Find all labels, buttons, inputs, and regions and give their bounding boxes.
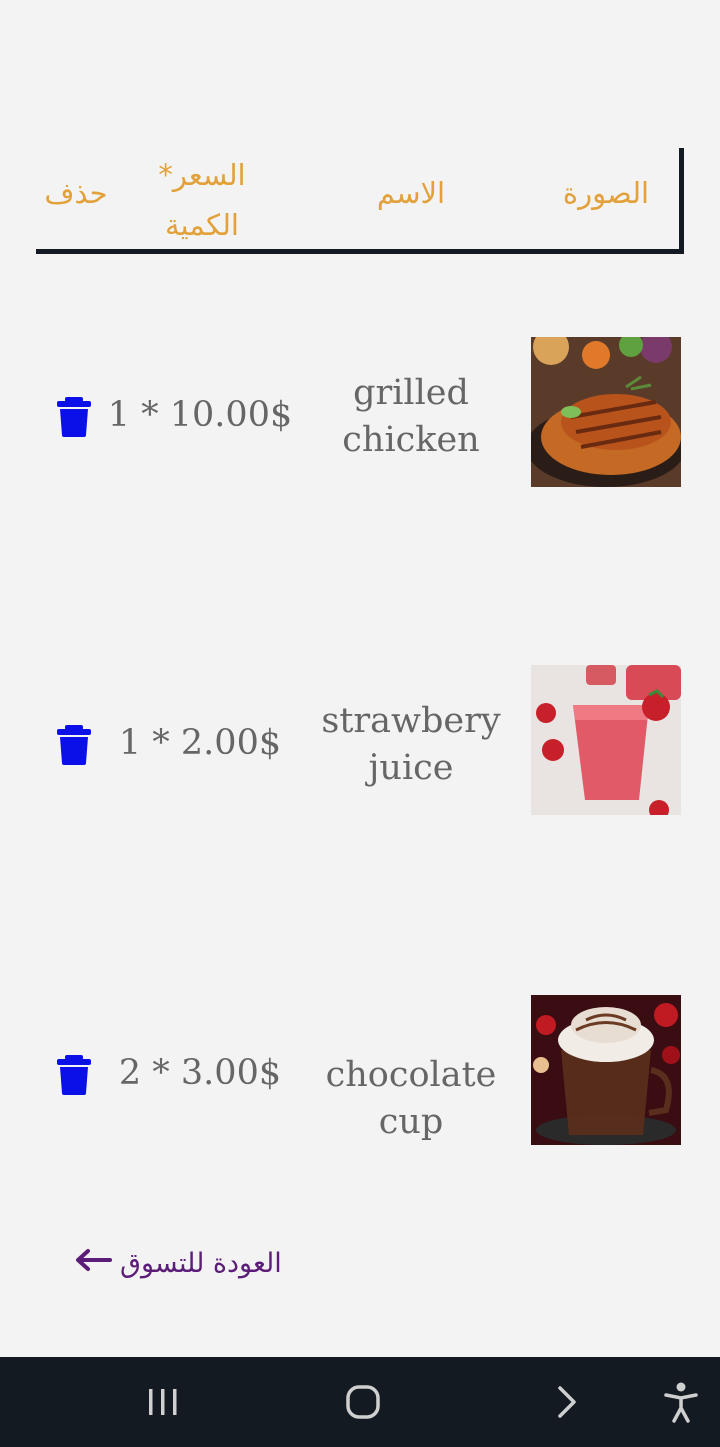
item-qty-price: 1 * 2.00$ — [118, 723, 282, 763]
cart-row: grilled chicken 1 * 10.00$ — [0, 337, 720, 487]
chocolate-cup-photo — [531, 995, 681, 1145]
back-to-shopping-link[interactable]: العودة للتسوق — [74, 1243, 282, 1283]
system-navigation-bar — [0, 1357, 720, 1447]
header-image: الصورة — [562, 176, 650, 210]
trash-icon[interactable] — [55, 725, 93, 765]
cart-row: chocolate cup 2 * 3.00$ — [0, 995, 720, 1145]
cart-table-header: الصورة الاسم السعر* الكمية حذف — [36, 148, 684, 254]
header-delete: حذف — [44, 176, 108, 210]
item-qty-price: 2 * 3.00$ — [118, 1053, 282, 1093]
header-price-qty: السعر* الكمية — [132, 150, 272, 250]
item-name: chocolate cup — [325, 1055, 497, 1142]
header-price: السعر* — [158, 158, 246, 192]
strawberry-juice-photo — [531, 665, 681, 815]
grilled-chicken-photo — [531, 337, 681, 487]
accessibility-icon[interactable] — [656, 1377, 706, 1427]
header-qty: الكمية — [165, 208, 239, 242]
trash-icon[interactable] — [55, 397, 93, 437]
item-name: grilled chicken — [342, 373, 480, 460]
back-icon[interactable] — [541, 1377, 591, 1427]
trash-icon[interactable] — [55, 1055, 93, 1095]
cart-row: strawbery juice 1 * 2.00$ — [0, 665, 720, 815]
arrow-left-icon — [74, 1248, 112, 1279]
back-to-shopping-label: العودة للتسوق — [120, 1247, 282, 1279]
recent-apps-icon[interactable] — [138, 1377, 188, 1427]
home-icon[interactable] — [338, 1377, 388, 1427]
item-qty-price: 1 * 10.00$ — [107, 395, 293, 435]
header-name: الاسم — [376, 176, 446, 210]
item-name: strawbery juice — [321, 701, 501, 788]
